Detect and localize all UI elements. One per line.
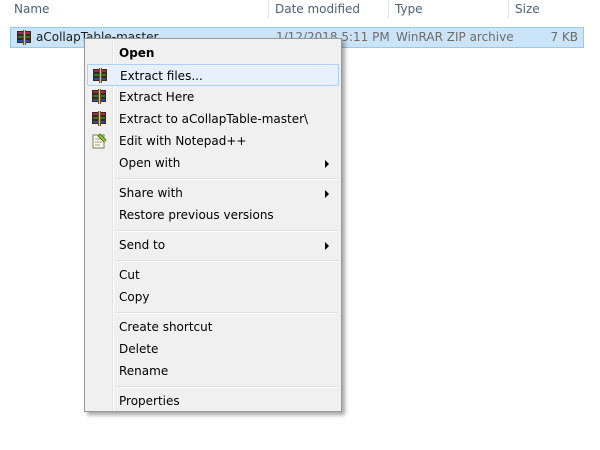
- menu-item-label: Share with: [119, 186, 183, 200]
- menu-item-label: Cut: [119, 268, 140, 282]
- menu-item-label: Delete: [119, 342, 159, 356]
- menu-item-label: Extract files...: [120, 69, 203, 83]
- menu-item-extract-here[interactable]: Extract Here: [87, 86, 339, 108]
- menu-item-label: Send to: [119, 238, 166, 252]
- column-header-date-modified[interactable]: Date modified: [275, 0, 360, 18]
- file-size: 7 KB: [550, 30, 578, 44]
- menu-item-label: Rename: [119, 364, 169, 378]
- menu-item-extract-to[interactable]: Extract to aCollapTable-master\: [87, 108, 339, 130]
- menu-item-restore-previous-versions[interactable]: Restore previous versions: [87, 204, 339, 226]
- menu-separator: [116, 230, 338, 232]
- menu-item-properties[interactable]: Properties: [87, 390, 339, 412]
- submenu-arrow-icon: [325, 160, 329, 168]
- menu-item-label: Extract to aCollapTable-master\: [119, 112, 309, 126]
- column-header-bar: Name Date modified Type Size: [0, 0, 600, 18]
- menu-item-create-shortcut[interactable]: Create shortcut: [87, 316, 339, 338]
- column-header-name[interactable]: Name: [14, 0, 49, 18]
- menu-item-label: Restore previous versions: [119, 208, 274, 222]
- winrar-icon: [92, 68, 108, 84]
- menu-separator: [116, 386, 338, 388]
- submenu-arrow-icon: [325, 242, 329, 250]
- menu-item-label: Extract Here: [119, 90, 195, 104]
- submenu-arrow-icon: [325, 190, 329, 198]
- menu-item-label: Properties: [119, 394, 180, 408]
- column-divider[interactable]: [268, 0, 269, 18]
- menu-item-label: Create shortcut: [119, 320, 213, 334]
- notepad-plus-plus-icon: [91, 133, 107, 149]
- column-divider[interactable]: [388, 0, 389, 18]
- file-type: WinRAR ZIP archive: [396, 30, 514, 44]
- menu-item-label: Open: [119, 46, 155, 60]
- menu-item-send-to[interactable]: Send to: [87, 234, 339, 256]
- menu-item-label: Edit with Notepad++: [119, 134, 247, 148]
- winrar-icon: [91, 111, 107, 127]
- menu-item-open[interactable]: Open: [87, 42, 339, 64]
- column-divider[interactable]: [508, 0, 509, 18]
- menu-separator: [116, 312, 338, 314]
- menu-item-extract-files[interactable]: Extract files...: [87, 64, 339, 86]
- menu-separator: [116, 178, 338, 180]
- winrar-archive-icon: [16, 30, 32, 46]
- menu-separator: [116, 260, 338, 262]
- context-menu: Open Extract files... Extract Here Extra…: [84, 38, 342, 412]
- menu-item-label: Open with: [119, 156, 181, 170]
- column-header-type[interactable]: Type: [395, 0, 423, 18]
- menu-item-delete[interactable]: Delete: [87, 338, 339, 360]
- menu-item-label: Copy: [119, 290, 150, 304]
- menu-item-edit-with-notepad[interactable]: Edit with Notepad++: [87, 130, 339, 152]
- menu-item-copy[interactable]: Copy: [87, 286, 339, 308]
- menu-item-rename[interactable]: Rename: [87, 360, 339, 382]
- menu-item-share-with[interactable]: Share with: [87, 182, 339, 204]
- menu-item-cut[interactable]: Cut: [87, 264, 339, 286]
- column-header-size[interactable]: Size: [515, 0, 540, 18]
- menu-item-open-with[interactable]: Open with: [87, 152, 339, 174]
- winrar-icon: [91, 89, 107, 105]
